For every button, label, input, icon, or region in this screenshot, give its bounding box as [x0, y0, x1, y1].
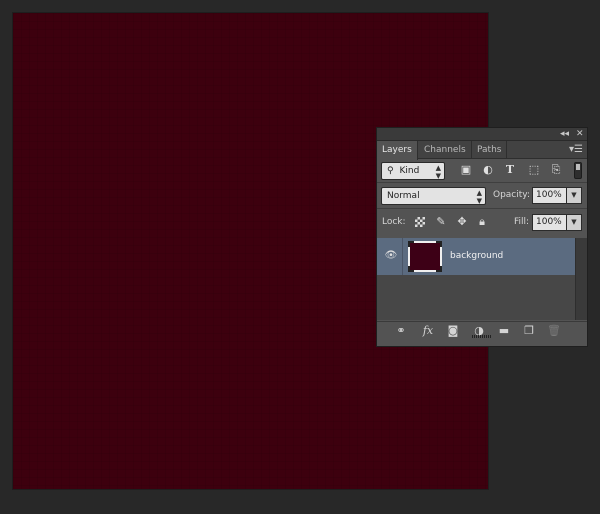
updown-arrows-icon: ▲ ▼: [476, 189, 482, 205]
thumbnail-corner: [436, 241, 442, 247]
layer-thumbnail[interactable]: [408, 241, 442, 272]
fx-icon[interactable]: fx: [420, 323, 436, 339]
thumbnail-corner: [408, 241, 414, 247]
type-layer-filter-icon[interactable]: T: [503, 163, 517, 177]
add-mask-icon[interactable]: ◙: [445, 323, 461, 339]
filter-kind-label: Kind: [399, 166, 420, 176]
eye-visibility-icon[interactable]: 👁︎: [384, 249, 398, 263]
divider: [402, 238, 403, 275]
divider: [377, 208, 587, 209]
pixel-layer-filter-icon[interactable]: ▣: [459, 163, 473, 177]
adjustment-layer-filter-icon[interactable]: ◐: [481, 163, 495, 177]
shape-layer-filter-icon[interactable]: ⬚: [527, 163, 541, 177]
lock-transparent-pixels-icon[interactable]: [415, 217, 425, 227]
tab-paths[interactable]: Paths: [472, 141, 508, 159]
opacity-label: Opacity:: [493, 190, 530, 200]
filter-row: ⚲ Kind ▲ ▼ ▣ ◐ T ⬚ ⎘: [377, 161, 587, 181]
layers-list: 👁︎ background: [377, 238, 575, 320]
panel-menu-icon[interactable]: ▾☰: [569, 142, 583, 158]
opacity-field[interactable]: 100%: [532, 187, 567, 204]
delete-layer-icon[interactable]: 🗑︎: [546, 323, 562, 339]
smart-object-filter-icon[interactable]: ⎘: [549, 163, 563, 177]
panel-titlebar: ◂◂ ✕: [377, 128, 587, 141]
lock-row: Lock: ✎ ✥ 🔒︎ Fill: 100% ▼: [377, 213, 587, 233]
lock-all-icon[interactable]: 🔒︎: [475, 213, 489, 231]
lock-label: Lock:: [382, 217, 406, 227]
blend-row: Normal ▲ ▼ Opacity: 100% ▼: [377, 186, 587, 206]
new-group-icon[interactable]: ▬: [496, 323, 512, 339]
blend-mode-value: Normal: [387, 191, 420, 201]
layers-bottom-toolbar: ⚭ fx ◙ ◑ ▬ ❐ 🗑︎: [377, 321, 587, 339]
thumbnail-corner: [408, 266, 414, 272]
fill-dropdown-arrow[interactable]: ▼: [567, 214, 582, 231]
layer-name[interactable]: background: [450, 238, 503, 275]
link-layers-icon[interactable]: ⚭: [393, 323, 409, 339]
blend-mode-dropdown[interactable]: Normal ▲ ▼: [381, 187, 486, 205]
new-layer-icon[interactable]: ❐: [521, 323, 537, 339]
layer-row[interactable]: 👁︎ background: [377, 238, 575, 275]
close-icon[interactable]: ✕: [576, 128, 584, 141]
filter-toggle-switch[interactable]: [574, 162, 582, 179]
lock-position-icon[interactable]: ✥: [455, 213, 469, 231]
layers-panel: ◂◂ ✕ Layers Channels Paths ▾☰ ⚲ Kind ▲ ▼ …: [376, 127, 588, 347]
resize-grip[interactable]: [472, 335, 492, 338]
lock-image-pixels-icon[interactable]: ✎: [434, 213, 448, 231]
tab-channels[interactable]: Channels: [419, 141, 472, 159]
fill-label: Fill:: [514, 217, 530, 227]
double-left-chevron-icon[interactable]: ◂◂: [560, 128, 569, 141]
divider: [377, 182, 587, 183]
layers-scrollbar[interactable]: [575, 238, 587, 320]
opacity-dropdown-arrow[interactable]: ▼: [567, 187, 582, 204]
fill-field[interactable]: 100%: [532, 214, 567, 231]
updown-arrows-icon: ▲ ▼: [435, 164, 441, 180]
panel-tabs: Layers Channels Paths ▾☰: [377, 141, 587, 160]
tab-layers[interactable]: Layers: [377, 141, 418, 160]
filter-kind-dropdown[interactable]: ⚲ Kind ▲ ▼: [381, 162, 445, 180]
thumbnail-corner: [436, 266, 442, 272]
search-icon: ⚲: [387, 166, 394, 176]
